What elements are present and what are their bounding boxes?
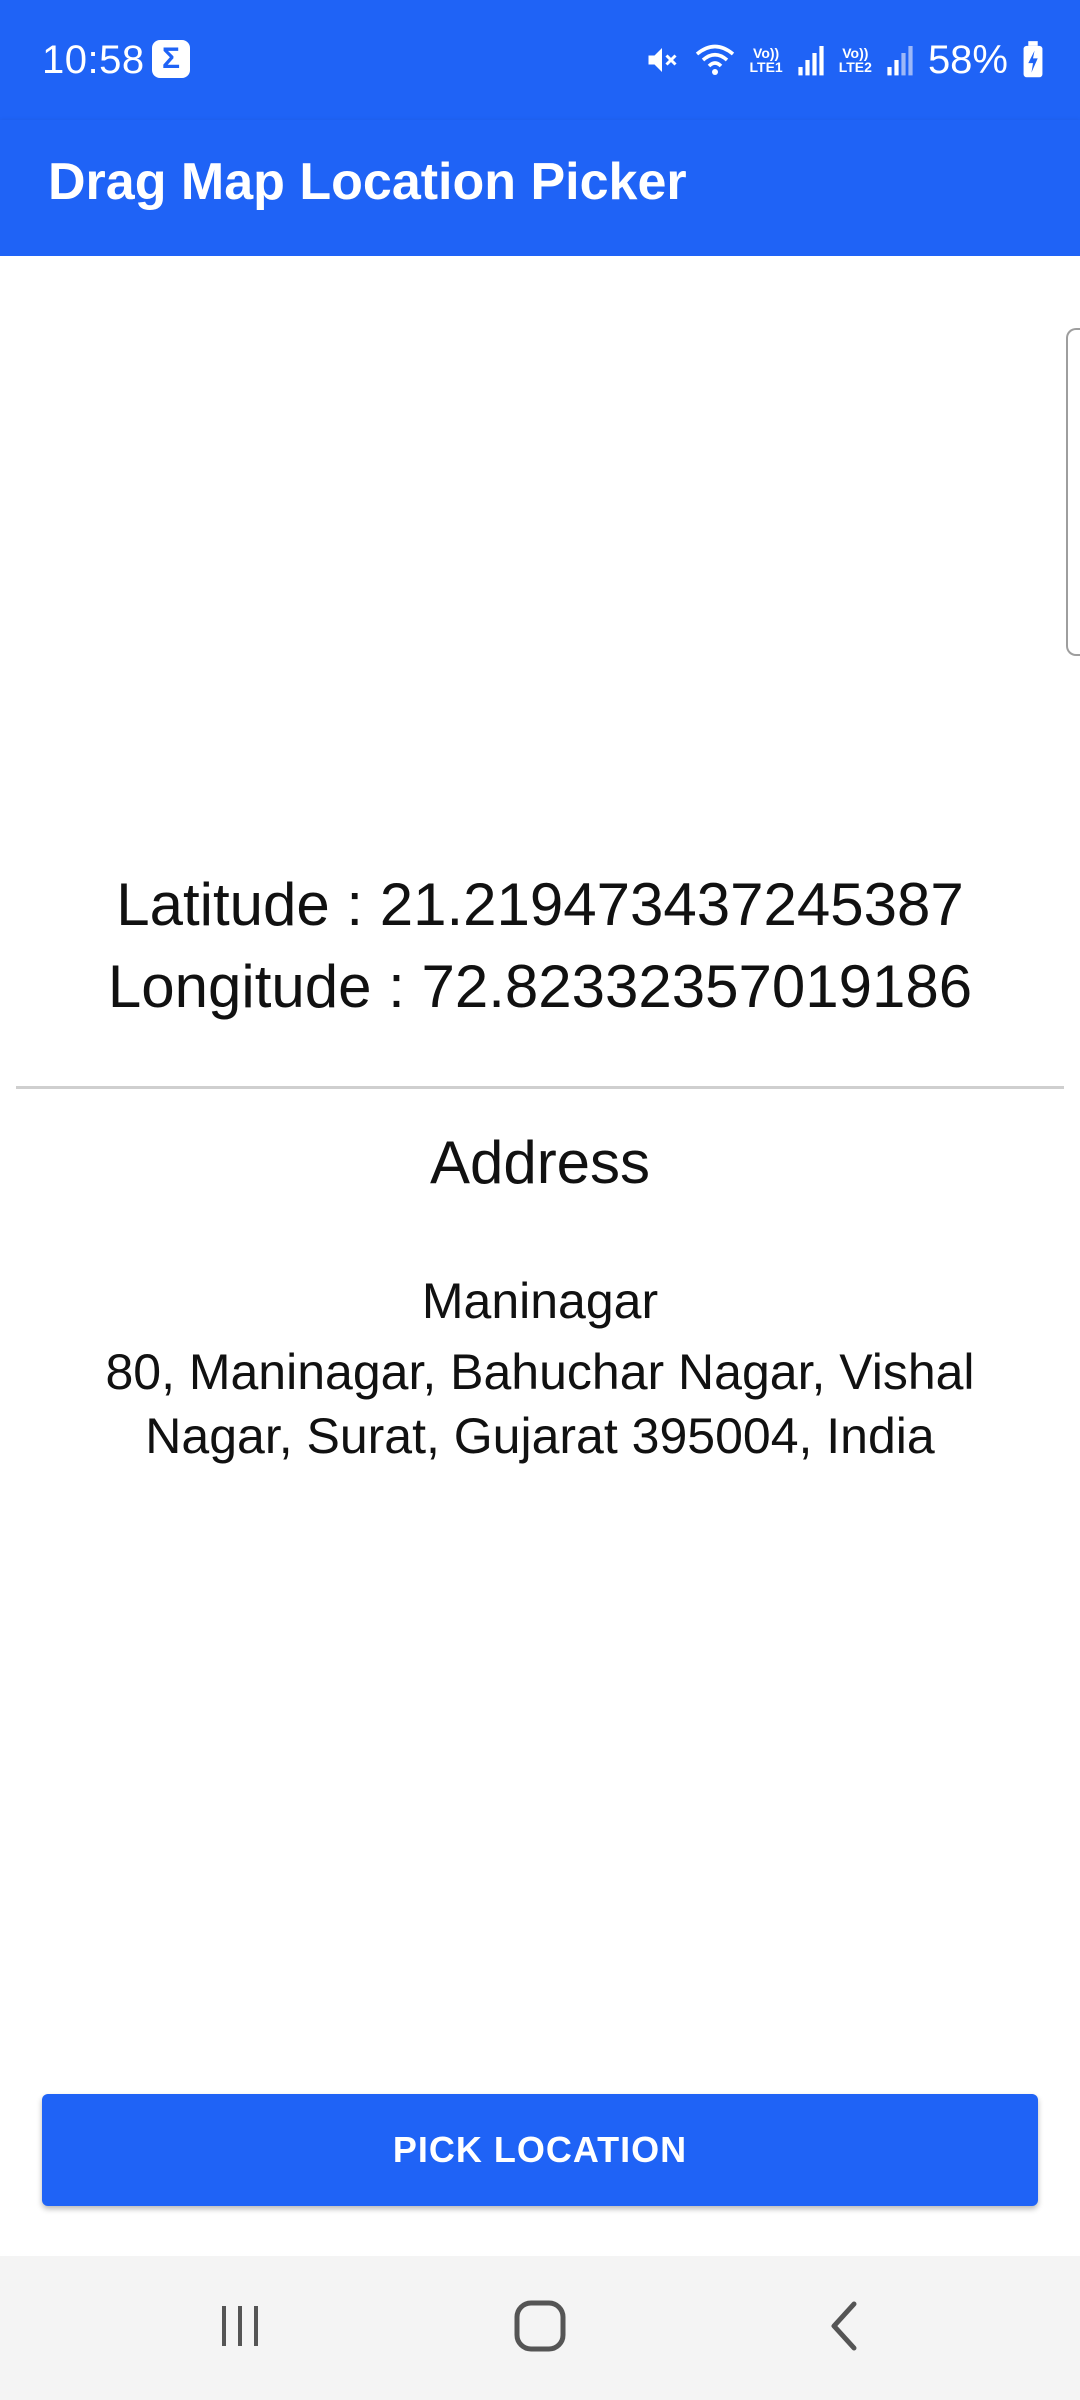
pick-location-button[interactable]: PICK LOCATION <box>42 2094 1038 2206</box>
full-address: 80, Maninagar, Bahuchar Nagar, Vishal Na… <box>105 1344 975 1464</box>
sigma-icon: Σ <box>152 40 190 78</box>
map-edge-handle[interactable] <box>1066 328 1080 656</box>
battery-charging-icon <box>1022 41 1044 79</box>
battery-percent: 58% <box>927 38 1008 82</box>
map-view[interactable] <box>0 256 1080 816</box>
recents-button[interactable] <box>180 2288 300 2368</box>
status-icons: Vo)) LTE1 Vo)) LTE2 58% <box>644 34 1044 86</box>
page-title: Drag Map Location Picker <box>48 153 687 211</box>
longitude-text: Longitude : 72.82332357019186 <box>107 953 973 1020</box>
status-bar: 10:58 Σ Vo)) LTE1 Vo)) LTE2 58% <box>0 0 1080 120</box>
status-time: 10:58 <box>42 38 145 82</box>
screen: 10:58 Σ Vo)) LTE1 Vo)) LTE2 58% Drag Map… <box>0 0 1080 2400</box>
back-icon <box>824 2300 864 2357</box>
divider <box>16 1086 1064 1089</box>
sim2-lte-label: Vo)) LTE2 <box>838 45 872 75</box>
wifi-icon <box>694 42 736 78</box>
back-button[interactable] <box>784 2288 904 2368</box>
recents-icon <box>216 2302 264 2355</box>
home-button[interactable] <box>480 2288 600 2368</box>
place-name: Maninagar <box>421 1273 659 1329</box>
sim1-lte-label: Vo)) LTE1 <box>749 45 783 75</box>
home-icon <box>512 2298 568 2359</box>
signal-icon <box>886 43 914 77</box>
navigation-bar <box>0 2256 1080 2400</box>
mute-icon <box>644 42 680 78</box>
address-heading: Address <box>429 1129 651 1196</box>
app-bar: Drag Map Location Picker <box>0 120 1080 256</box>
signal-icon <box>797 43 825 77</box>
latitude-text: Latitude : 21.219473437245387 <box>116 871 964 938</box>
coordinates: Latitude : 21.219473437245387 Longitude … <box>0 864 1080 1028</box>
